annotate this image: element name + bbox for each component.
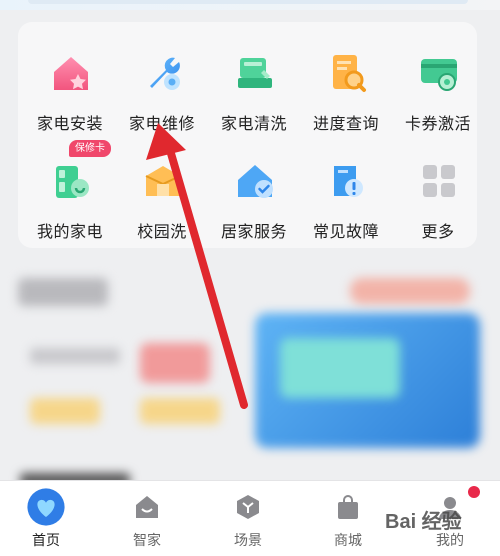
service-label: 家电清洗	[220, 116, 287, 133]
watermark: Bai 经验	[385, 511, 462, 533]
section-title-placeholder	[18, 278, 108, 306]
coupon-activate-icon	[421, 59, 457, 91]
banner-art-placeholder	[280, 338, 400, 398]
service-more[interactable]: 更多	[392, 142, 484, 242]
service-label: 我的家电	[36, 224, 103, 241]
nav-home[interactable]: 首页	[16, 481, 76, 556]
tag-placeholder	[30, 398, 100, 424]
nav-scene[interactable]: 场景	[218, 481, 278, 556]
top-strip	[0, 0, 500, 10]
service-faults[interactable]: 常见故障	[300, 142, 392, 242]
service-home[interactable]: 居家服务	[208, 142, 300, 242]
service-progress[interactable]: 进度查询	[300, 34, 392, 134]
nav-mall[interactable]: 商城	[318, 481, 378, 556]
fault-icon	[334, 166, 363, 197]
services-card: 家电安装 家电维修 家电清洗 进度查询 卡券激活 我的家电 校园洗 居家服务 常…	[18, 22, 477, 248]
service-label: 家电维修	[128, 116, 195, 133]
notification-dot	[468, 486, 480, 498]
shopping-bag-icon	[338, 495, 358, 519]
progress-search-icon	[333, 55, 366, 92]
blurred-content	[0, 258, 500, 487]
service-my-appliance[interactable]: 我的家电	[24, 142, 116, 242]
campus-wash-icon	[145, 166, 181, 196]
nav-label: 智家	[133, 532, 161, 548]
promo-tag-placeholder	[350, 278, 470, 304]
more-grid-icon	[423, 165, 455, 197]
service-coupon[interactable]: 卡券激活	[392, 34, 484, 134]
service-repair[interactable]: 家电维修	[116, 34, 208, 134]
nav-label: 首页	[32, 532, 60, 548]
service-label: 更多	[421, 224, 455, 241]
service-campus-wash[interactable]: 校园洗	[116, 142, 208, 242]
service-label: 常见故障	[312, 224, 379, 241]
service-label: 校园洗	[137, 224, 187, 241]
home-service-icon	[238, 165, 273, 198]
cleaning-appliance-icon	[238, 58, 272, 88]
nav-smart-home[interactable]: 智家	[117, 481, 177, 556]
scene-icon	[237, 495, 259, 519]
house-star-icon	[54, 57, 88, 90]
service-label: 卡券激活	[404, 116, 471, 133]
nav-label: 商城	[334, 532, 362, 548]
smart-home-icon	[136, 496, 158, 518]
service-install[interactable]: 家电安装	[24, 34, 116, 134]
top-banner-edge	[28, 0, 468, 4]
product-thumb-placeholder	[140, 343, 210, 383]
nav-label: 场景	[234, 532, 262, 548]
tag-placeholder	[140, 398, 220, 424]
service-cleaning[interactable]: 家电清洗	[208, 34, 300, 134]
home-heart-icon	[27, 488, 65, 526]
warranty-card-badge: 保修卡	[69, 140, 111, 157]
service-label: 居家服务	[220, 224, 287, 241]
service-label: 进度查询	[312, 116, 379, 133]
service-label: 家电安装	[36, 116, 103, 133]
text-placeholder	[30, 348, 120, 364]
my-appliance-icon	[56, 166, 89, 198]
wrench-icon	[150, 57, 180, 90]
